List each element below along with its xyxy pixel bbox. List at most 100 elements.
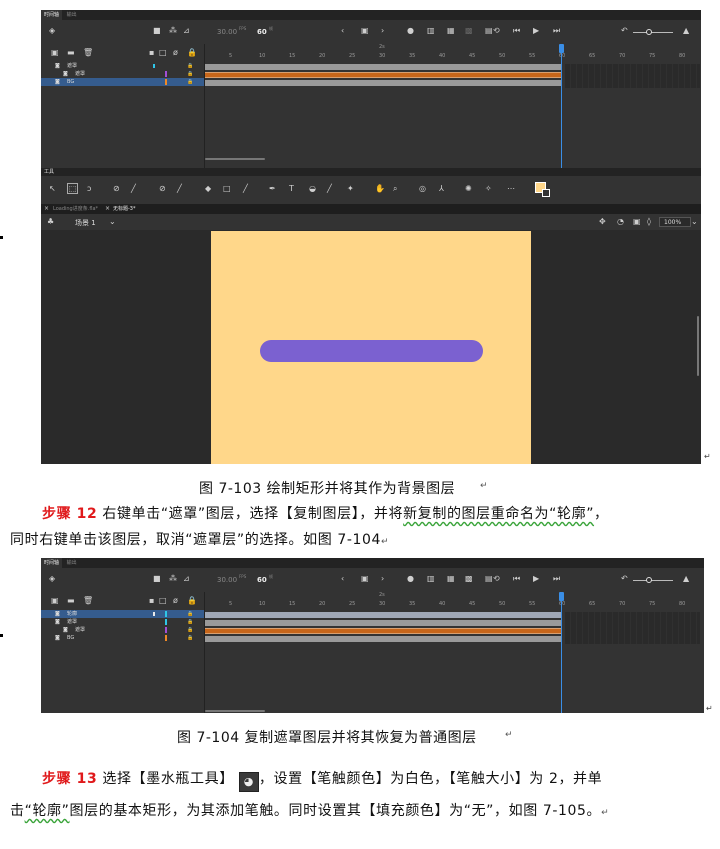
clip-icon[interactable]: ▣ — [633, 217, 641, 227]
frame-span[interactable] — [205, 612, 562, 618]
outline-icon[interactable]: □ — [159, 596, 167, 606]
zoom-slider-knob[interactable] — [646, 577, 652, 583]
insert-keyframe-icon[interactable]: ▦ — [447, 574, 455, 584]
rounded-bar-shape[interactable] — [260, 340, 483, 362]
align-icon[interactable]: ✥ — [599, 217, 606, 227]
frame-value[interactable]: 60 — [257, 576, 267, 584]
lock-icon[interactable]: 🔒 — [187, 610, 193, 618]
frame-ruler[interactable]: 5 10 15 20 25 30 35 40 45 50 55 60 65 70 75 80 — [205, 592, 704, 610]
lock-icon[interactable]: 🔒 — [187, 48, 197, 58]
new-layer-icon[interactable]: ▣ — [51, 48, 59, 58]
zoom-slider[interactable] — [633, 32, 673, 33]
layer-row[interactable]: ◙ 遮罩 🔒 — [41, 626, 205, 634]
lock-icon[interactable]: 🔒 — [187, 634, 193, 642]
onion-skin-icon[interactable]: ● — [407, 26, 414, 36]
frame-span[interactable] — [205, 72, 562, 78]
blank-keyframe-icon[interactable]: ▤ — [485, 26, 493, 36]
stepper-icon[interactable]: ◊ — [647, 217, 651, 227]
chevron-down-icon[interactable]: ⌄ — [691, 217, 698, 227]
layer-row[interactable]: ◙ BG 🔒 — [41, 78, 205, 86]
tween-icon[interactable]: ▩ — [465, 26, 473, 36]
new-folder-icon[interactable]: ▬ — [67, 48, 75, 58]
onion-skin-icon[interactable]: ● — [407, 574, 414, 584]
close-icon[interactable]: × — [105, 204, 110, 214]
eraser-tool-icon[interactable]: ◆ — [205, 184, 211, 194]
layers-icon[interactable]: ◈ — [49, 574, 55, 584]
layer-row[interactable]: ◙ BG 🔒 — [41, 634, 205, 642]
puppet-tool-icon[interactable]: ✧ — [485, 184, 492, 194]
insert-keyframe-icon[interactable]: ▦ — [447, 26, 455, 36]
layer-row[interactable]: ◙ 遮罩 🔒 — [41, 62, 205, 70]
layers-icon[interactable]: ◈ — [49, 26, 55, 36]
step-forward-icon[interactable]: ⏭ — [553, 26, 560, 36]
edit-multiple-icon[interactable]: ▥ — [427, 26, 435, 36]
parent-icon[interactable]: ⁂ — [169, 26, 177, 36]
lock-icon[interactable]: 🔒 — [187, 70, 193, 78]
edit-multiple-icon[interactable]: ▥ — [427, 574, 435, 584]
visibility-icon[interactable]: ø — [173, 596, 178, 606]
chevron-left-icon[interactable]: ‹ — [341, 574, 344, 584]
outline-icon[interactable]: □ — [159, 48, 167, 58]
mountain-icon[interactable]: ▲ — [683, 26, 689, 36]
stroke-color-swatch[interactable] — [542, 189, 550, 197]
scene-icon[interactable]: ♣ — [47, 217, 54, 227]
timeline-scrollbar[interactable] — [205, 158, 265, 160]
frame-ruler[interactable]: 5 10 15 20 25 30 35 40 45 50 55 60 65 70 75 80 — [205, 44, 701, 62]
tab-timeline[interactable]: 时间轴 — [41, 558, 63, 568]
selection-tool-icon[interactable]: ↖ — [49, 184, 56, 194]
fps-value[interactable]: 30.00 — [217, 28, 237, 36]
chevron-down-icon[interactable]: ⌄ — [109, 217, 116, 227]
document-tab[interactable]: Loading进度条.fla* — [53, 204, 98, 214]
zoom-slider[interactable] — [633, 580, 673, 581]
lasso-tool-icon[interactable]: ↄ — [87, 184, 91, 194]
frame-span[interactable] — [205, 628, 562, 634]
parent-icon[interactable]: ⁂ — [169, 574, 177, 584]
lock-icon[interactable]: 🔒 — [187, 596, 197, 606]
camera-icon[interactable]: ■ — [153, 26, 161, 36]
brush-tool-icon[interactable]: ╱ — [131, 184, 136, 194]
play-icon[interactable]: ▶ — [533, 574, 539, 584]
highlight-icon[interactable]: ▪ — [149, 48, 154, 58]
visibility-icon[interactable]: ø — [173, 48, 178, 58]
frame-span[interactable] — [205, 620, 562, 626]
zoom-tool-icon[interactable]: ⌕ — [393, 184, 397, 194]
document-tab-active[interactable]: 无标题-3* — [113, 204, 136, 214]
pen-tool-icon[interactable]: ✒ — [269, 184, 276, 194]
eyedropper-icon[interactable]: ╱ — [327, 184, 332, 194]
zoom-slider-knob[interactable] — [646, 29, 652, 35]
timeline-scrollbar[interactable] — [205, 710, 265, 712]
paint-bucket-icon[interactable]: ◒ — [309, 184, 316, 194]
undo-icon[interactable]: ↶ — [621, 26, 628, 36]
lock-icon[interactable]: 🔒 — [187, 618, 193, 626]
blank-keyframe-icon[interactable]: ▤ — [485, 574, 493, 584]
text-tool-icon[interactable]: T — [289, 184, 294, 194]
frame-span[interactable] — [205, 64, 562, 70]
fps-value[interactable]: 30.00 — [217, 576, 237, 584]
chevron-left-icon[interactable]: ‹ — [341, 26, 344, 36]
delete-icon[interactable]: 🗑 — [83, 48, 93, 58]
paint-brush-icon[interactable]: ⊘ — [113, 184, 120, 194]
tween-icon[interactable]: ▩ — [465, 574, 473, 584]
play-icon[interactable]: ▶ — [533, 26, 539, 36]
tab-output[interactable]: 输出 — [64, 10, 80, 20]
bone-tool-icon[interactable]: ⅄ — [439, 184, 444, 194]
playhead[interactable] — [561, 44, 562, 168]
step-forward-icon[interactable]: ⏭ — [553, 574, 560, 584]
highlight-icon[interactable]: ▪ — [149, 596, 154, 606]
undo-icon[interactable]: ↶ — [621, 574, 628, 584]
edit-symbols-icon[interactable]: ◔ — [617, 217, 624, 227]
layer-row[interactable]: ◙ 轮廓 🔒 — [41, 610, 205, 618]
hand-tool-icon[interactable]: ✋ — [375, 184, 385, 194]
lock-icon[interactable]: 🔒 — [187, 62, 193, 70]
playhead[interactable] — [561, 592, 562, 713]
more-icon[interactable]: ⋯ — [507, 184, 515, 194]
graph-icon[interactable]: ⊿ — [183, 26, 190, 36]
frame-span[interactable] — [205, 80, 562, 86]
chevron-right-icon[interactable]: › — [381, 574, 384, 584]
line-tool-icon[interactable]: ╱ — [243, 184, 248, 194]
lock-icon[interactable]: 🔒 — [187, 626, 193, 634]
layer-row[interactable]: ◙ 遮罩 🔒 — [41, 70, 205, 78]
frame-span[interactable] — [205, 636, 562, 642]
chevron-right-icon[interactable]: › — [381, 26, 384, 36]
stage-scrollbar[interactable] — [697, 316, 699, 376]
